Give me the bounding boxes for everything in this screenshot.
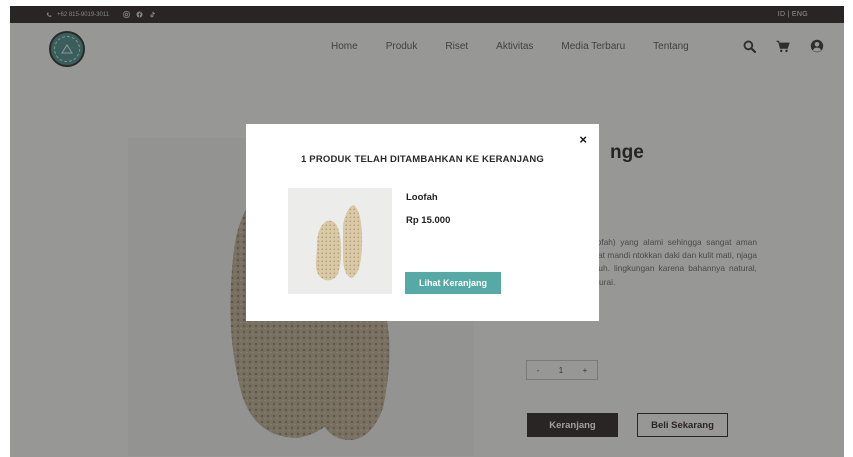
loofah-thumbnail — [315, 205, 363, 281]
added-to-cart-modal: × 1 PRODUK TELAH DITAMBAHKAN KE KERANJAN… — [246, 124, 599, 321]
modal-product-image — [288, 188, 392, 294]
modal-product-price: Rp 15.000 — [406, 215, 451, 226]
close-icon[interactable]: × — [579, 132, 587, 147]
page: +62 815-9019-3011 ID | ENG Home Produk R… — [10, 6, 844, 457]
view-cart-button[interactable]: Lihat Keranjang — [405, 272, 501, 294]
modal-product-name: Loofah — [406, 192, 438, 203]
modal-title: 1 PRODUK TELAH DITAMBAHKAN KE KERANJANG — [300, 154, 545, 165]
